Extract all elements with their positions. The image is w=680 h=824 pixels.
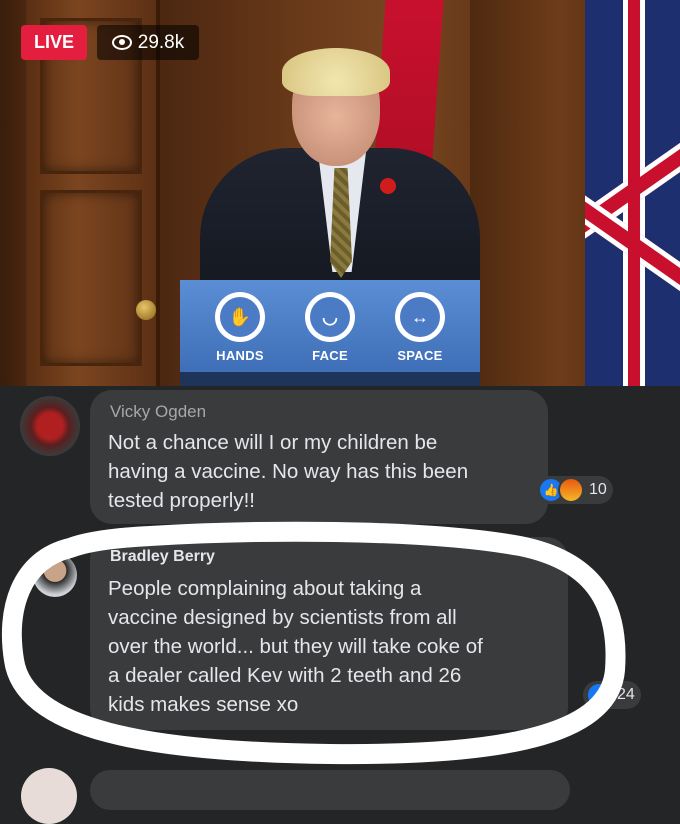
reaction-count: 10 [589, 481, 607, 498]
face-mask-icon: ◡ [305, 292, 355, 342]
union-flag [585, 0, 680, 386]
reaction-summary[interactable]: 👍 24 [583, 681, 641, 709]
comment-bubble: Vicky Ogden Not a chance will I or my ch… [90, 390, 548, 524]
reaction-count: 24 [617, 686, 635, 703]
avatar[interactable] [21, 768, 77, 824]
door-knob [136, 300, 156, 320]
speaker [200, 48, 480, 308]
podium-sign-label: SPACE [397, 348, 443, 363]
hands-icon: ✋ [215, 292, 265, 342]
comment-author[interactable]: Vicky Ogden [110, 402, 206, 422]
live-video-player[interactable]: ✋ ◡ ↔ HANDS FACE SPACE LIVE 29.8k [0, 0, 680, 386]
avatar[interactable] [20, 396, 80, 456]
like-icon: 👍 [586, 682, 612, 708]
podium-sign-label: HANDS [216, 348, 264, 363]
viewer-count: 29.8k [97, 25, 199, 60]
podium: ✋ ◡ ↔ HANDS FACE SPACE [180, 280, 480, 386]
comment-text: People complaining about taking a vaccin… [108, 577, 483, 716]
distance-icon: ↔ [395, 292, 445, 342]
poppy-icon [380, 178, 396, 194]
comment-bubble: Bradley Berry People complaining about t… [90, 537, 568, 730]
viewer-count-value: 29.8k [137, 31, 185, 53]
live-badge: LIVE [21, 25, 87, 60]
reaction-summary[interactable]: 👍 10 [535, 476, 613, 504]
comment-author[interactable]: Bradley Berry [110, 548, 215, 566]
comment-text: Not a chance will I or my children be ha… [108, 431, 469, 512]
avatar[interactable] [33, 553, 77, 597]
comment-bubble [90, 770, 570, 810]
angry-icon [558, 477, 584, 503]
eye-icon [111, 35, 132, 50]
podium-sign-label: FACE [312, 348, 348, 363]
